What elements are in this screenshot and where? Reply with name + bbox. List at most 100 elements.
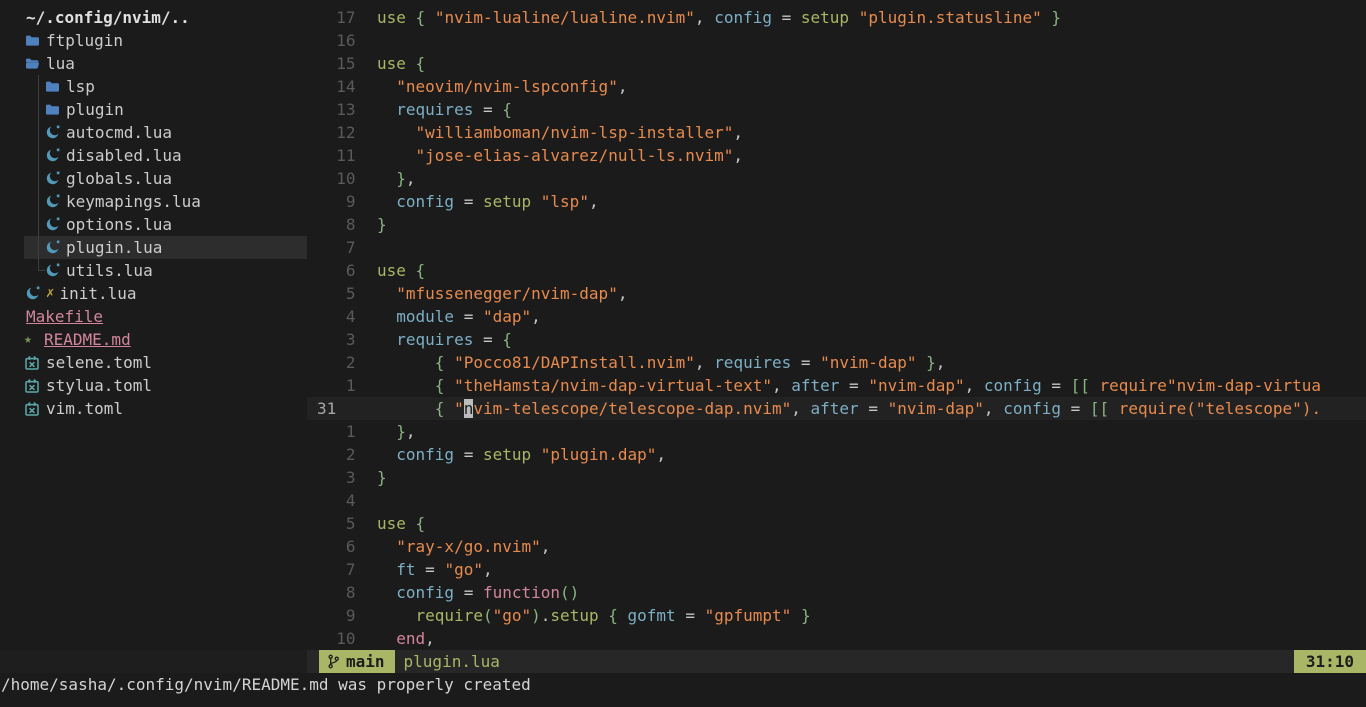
code-line[interactable]: 5use { xyxy=(307,512,1366,535)
code-text: use { "nvim-lualine/lualine.nvim", confi… xyxy=(356,6,1062,29)
code-token xyxy=(406,514,416,533)
tree-item-plugin[interactable]: plugin xyxy=(0,98,307,121)
tree-item-ftplugin[interactable]: ftplugin xyxy=(0,29,307,52)
line-number: 4 xyxy=(317,305,356,328)
code-token: , xyxy=(618,284,628,303)
block-cursor: n xyxy=(464,399,474,418)
statusline-filename: plugin.lua xyxy=(404,650,500,673)
code-line[interactable]: 13 requires = { xyxy=(307,98,1366,121)
code-line[interactable]: 1 }, xyxy=(307,420,1366,443)
code-token xyxy=(377,583,396,602)
tree-item-autocmd-lua[interactable]: autocmd.lua xyxy=(0,121,307,144)
code-line[interactable]: 8 config = function() xyxy=(307,581,1366,604)
indent-guide xyxy=(38,213,39,236)
nvim-window: ~/.config/nvim/.. ftpluginlualsppluginau… xyxy=(0,0,1366,707)
tree-item-utils-lua[interactable]: utils.lua xyxy=(0,259,307,282)
code-token: , xyxy=(695,353,714,372)
code-editor[interactable]: 1 7 use { "nvim-lualine/lualine.nvim", con… xyxy=(307,0,1366,650)
tree-item-label: stylua.toml xyxy=(46,374,152,397)
code-token: ft xyxy=(396,560,415,579)
code-line[interactable]: 2 { "Pocco81/DAPInstall.nvim", requires … xyxy=(307,351,1366,374)
code-line[interactable]: 6use { xyxy=(307,259,1366,282)
code-line[interactable]: 8} xyxy=(307,213,1366,236)
tree-item-plugin-lua[interactable]: plugin.lua xyxy=(0,236,307,259)
code-token xyxy=(377,353,435,372)
tree-item-keymapings-lua[interactable]: keymapings.lua xyxy=(0,190,307,213)
code-token: "nvim-dap" xyxy=(888,399,984,418)
code-token: after xyxy=(791,376,839,395)
code-line[interactable]: 3} xyxy=(307,466,1366,489)
code-token: config xyxy=(714,8,772,27)
code-token: { xyxy=(608,606,618,625)
code-text: }, xyxy=(356,420,416,443)
code-token xyxy=(377,537,396,556)
code-token: () xyxy=(560,583,579,602)
code-text xyxy=(356,489,378,512)
code-line[interactable]: 4 xyxy=(307,489,1366,512)
code-line[interactable]: 3 requires = { xyxy=(307,328,1366,351)
code-token: } xyxy=(1051,8,1061,27)
code-token: requires xyxy=(396,330,473,349)
tree-item-label: init.lua xyxy=(59,282,136,305)
tree-item-lsp[interactable]: lsp xyxy=(0,75,307,98)
tree-item-init-lua[interactable]: ✗init.lua xyxy=(0,282,307,305)
tree-item-label: autocmd.lua xyxy=(66,121,172,144)
tree-item-globals-lua[interactable]: globals.lua xyxy=(0,167,307,190)
code-token: "mfussenegger/nvim-dap" xyxy=(396,284,618,303)
lua-icon xyxy=(44,148,60,163)
code-token: , xyxy=(406,422,416,441)
code-line[interactable]: 10 end, xyxy=(307,627,1366,650)
code-token: "plugin.dap" xyxy=(541,445,657,464)
line-number: 13 xyxy=(317,98,356,121)
code-line[interactable]: 17use { "nvim-lualine/lualine.nvim", con… xyxy=(307,6,1366,29)
line-number: 5 xyxy=(317,282,356,305)
code-line[interactable]: 15use { xyxy=(307,52,1366,75)
code-token: = xyxy=(454,445,483,464)
code-token xyxy=(377,330,396,349)
indent-guide xyxy=(38,75,39,98)
code-token: setup xyxy=(801,8,849,27)
code-line[interactable]: 6 "ray-x/go.nvim", xyxy=(307,535,1366,558)
line-number: 1 xyxy=(317,420,356,443)
code-token: , xyxy=(531,307,541,326)
tree-item-selene-toml[interactable]: selene.toml xyxy=(0,351,307,374)
line-number: 4 xyxy=(317,489,356,512)
code-token: "nvim-lualine/lualine.nvim" xyxy=(435,8,695,27)
code-token xyxy=(791,606,801,625)
code-token: use xyxy=(377,8,406,27)
line-number: 7 xyxy=(317,236,356,259)
tree-item-vim-toml[interactable]: vim.toml xyxy=(0,397,307,420)
code-token: { xyxy=(435,353,445,372)
code-line[interactable]: 5 "mfussenegger/nvim-dap", xyxy=(307,282,1366,305)
code-line[interactable]: 11 "jose-elias-alvarez/null-ls.nvim", xyxy=(307,144,1366,167)
tree-item-readme-md[interactable]: ★README.md xyxy=(0,328,307,351)
code-token: = xyxy=(416,560,445,579)
code-line[interactable]: 2 config = setup "plugin.dap", xyxy=(307,443,1366,466)
code-line[interactable]: 14 "neovim/nvim-lspconfig", xyxy=(307,75,1366,98)
tree-item-makefile[interactable]: Makefile xyxy=(0,305,307,328)
code-line[interactable]: 16 xyxy=(307,29,1366,52)
code-line[interactable]: 7 xyxy=(307,236,1366,259)
code-line[interactable]: 9 require("go").setup { gofmt = "gpfumpt… xyxy=(307,604,1366,627)
code-token: = xyxy=(676,606,705,625)
code-line[interactable]: 9 config = setup "lsp", xyxy=(307,190,1366,213)
line-number: 15 xyxy=(317,52,356,75)
code-line[interactable]: 4 module = "dap", xyxy=(307,305,1366,328)
code-token: "Pocco81/DAPInstall.nvim" xyxy=(454,353,695,372)
star-icon: ★ xyxy=(24,328,38,351)
code-token: "theHamsta/nvim-dap-virtual-text" xyxy=(454,376,772,395)
code-line[interactable]: 10 }, xyxy=(307,167,1366,190)
tree-item-stylua-toml[interactable]: stylua.toml xyxy=(0,374,307,397)
code-line[interactable]: 1 { "theHamsta/nvim-dap-virtual-text", a… xyxy=(307,374,1366,397)
code-token: = xyxy=(454,192,483,211)
tree-item-options-lua[interactable]: options.lua xyxy=(0,213,307,236)
code-text: "williamboman/nvim-lsp-installer", xyxy=(356,121,744,144)
code-line[interactable]: 7 ft = "go", xyxy=(307,558,1366,581)
indent-guide xyxy=(38,98,39,121)
code-line-current[interactable]: 31 { "nvim-telescope/telescope-dap.nvim"… xyxy=(307,397,1366,420)
code-token: } xyxy=(926,353,936,372)
tree-item-lua[interactable]: lua xyxy=(0,52,307,75)
code-line[interactable]: 12 "williamboman/nvim-lsp-installer", xyxy=(307,121,1366,144)
lua-icon xyxy=(24,286,40,301)
tree-item-disabled-lua[interactable]: disabled.lua xyxy=(0,144,307,167)
